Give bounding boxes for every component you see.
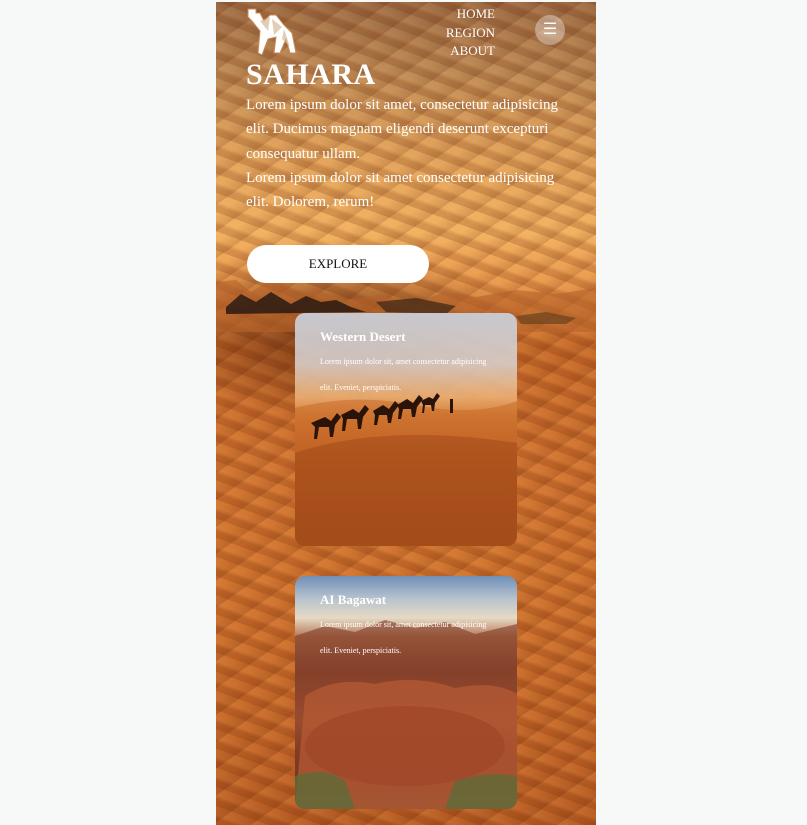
hamburger-menu-button[interactable]: ☰ <box>535 15 565 45</box>
hero-description: Lorem ipsum dolor sit amet, consectetur … <box>246 93 576 214</box>
card-title: Western Desert <box>320 329 406 344</box>
red-rock-canyon-image <box>295 620 517 809</box>
nav-home-link[interactable]: HOME <box>446 5 495 24</box>
camel-logo-icon[interactable] <box>246 7 298 55</box>
card-description: Lorem ipsum dolor sit, amet consectetur … <box>320 357 487 392</box>
nav-about-link[interactable]: ABOUT <box>446 42 495 61</box>
hero-title: SAHARA <box>246 58 376 91</box>
sahara-page: HOME REGION ABOUT ☰ SAHARA Lorem ipsum d… <box>216 2 596 825</box>
hamburger-icon: ☰ <box>542 21 558 38</box>
nav-region-link[interactable]: REGION <box>446 24 495 43</box>
card-western-desert[interactable]: Western Desert Lorem ipsum dolor sit, am… <box>295 313 517 546</box>
camel-caravan-image <box>295 393 517 546</box>
explore-button[interactable]: EXPLORE <box>247 245 429 283</box>
hero-paragraph-2: Lorem ipsum dolor sit amet consectetur a… <box>246 169 555 211</box>
card-description: Lorem ipsum dolor sit, amet consectetur … <box>320 620 487 655</box>
main-nav: HOME REGION ABOUT <box>446 5 495 61</box>
card-al-bagawat[interactable]: AI Bagawat Lorem ipsum dolor sit, amet c… <box>295 576 517 809</box>
card-title: AI Bagawat <box>320 592 387 607</box>
hero-paragraph-1: Lorem ipsum dolor sit amet, consectetur … <box>246 97 559 162</box>
